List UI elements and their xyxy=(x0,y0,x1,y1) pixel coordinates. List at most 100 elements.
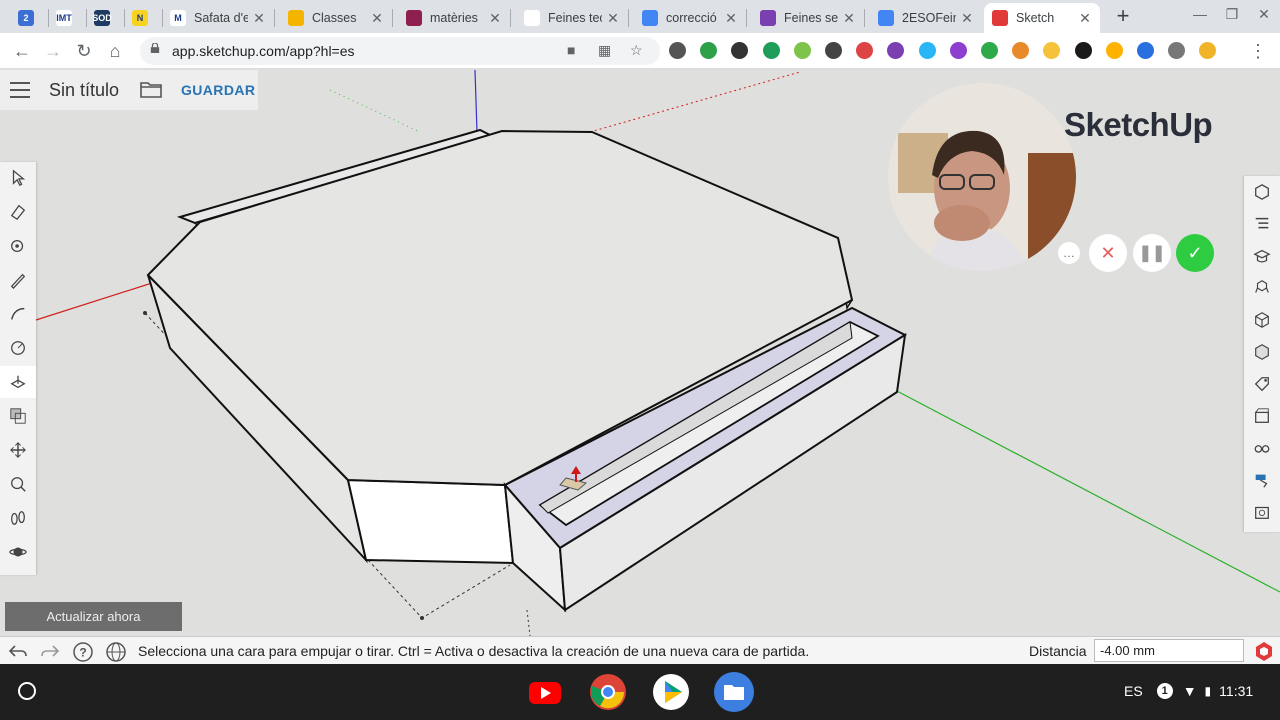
extension-icon[interactable] xyxy=(731,42,749,59)
chrome-menu-icon[interactable]: ⋮ xyxy=(1246,39,1270,63)
extension-icon[interactable] xyxy=(669,42,686,59)
eraser-tool-icon[interactable] xyxy=(0,196,36,228)
cancel-recording-icon[interactable]: ✕ xyxy=(1089,234,1127,272)
address-bar[interactable]: app.sketchup.com/app?hl=es ■ ▦ ☆ xyxy=(140,37,660,65)
offset-tool-icon[interactable] xyxy=(0,400,36,432)
extension-icon[interactable] xyxy=(1105,42,1123,59)
tab-close-icon[interactable]: ✕ xyxy=(960,10,974,27)
camera-icon[interactable]: ■ xyxy=(567,42,575,58)
folder-icon[interactable] xyxy=(140,80,162,98)
extension-icon[interactable] xyxy=(793,42,811,59)
extension-icon[interactable] xyxy=(1012,42,1030,59)
translate-icon[interactable]: ▦ xyxy=(598,42,611,59)
close-window-icon[interactable]: ✕ xyxy=(1254,6,1274,23)
browser-tab[interactable]: Sketch ✕ xyxy=(984,3,1100,33)
box-front-face[interactable] xyxy=(346,478,515,565)
browser-tab[interactable]: SOD xyxy=(86,3,124,33)
help-icon[interactable]: ? xyxy=(72,641,94,663)
tab-close-icon[interactable]: ✕ xyxy=(606,10,620,27)
materials-icon[interactable] xyxy=(1244,304,1280,336)
circle-tool-icon[interactable] xyxy=(0,332,36,364)
tape-measure-icon[interactable] xyxy=(0,468,36,500)
styles-icon[interactable] xyxy=(1244,336,1280,368)
tab-close-icon[interactable]: ✕ xyxy=(724,10,738,27)
solar-icon[interactable] xyxy=(1244,496,1280,528)
entity-info-icon[interactable] xyxy=(1244,176,1280,208)
home-icon[interactable]: ⌂ xyxy=(103,39,127,63)
extension-icon[interactable] xyxy=(1168,42,1186,59)
back-icon[interactable]: ← xyxy=(10,39,34,63)
browser-tab[interactable]: 2ESOFein ✕ xyxy=(870,3,982,33)
chrome-icon[interactable] xyxy=(588,672,628,712)
launcher-icon[interactable] xyxy=(18,682,36,700)
forward-icon[interactable]: → xyxy=(41,39,65,63)
distance-input[interactable] xyxy=(1094,639,1244,662)
move-tool-icon[interactable] xyxy=(0,434,36,466)
redo-icon[interactable] xyxy=(39,641,61,663)
browser-tab[interactable]: 2 xyxy=(10,3,48,33)
tab-favicon-icon: N xyxy=(132,10,148,26)
play-store-icon[interactable] xyxy=(651,672,691,712)
update-now-button[interactable]: Actualizar ahora xyxy=(5,602,182,631)
extension-icon[interactable] xyxy=(918,42,936,59)
save-button[interactable]: GUARDAR xyxy=(181,82,255,98)
display-icon[interactable] xyxy=(1244,432,1280,464)
scenes-icon[interactable] xyxy=(1244,400,1280,432)
browser-tab[interactable]: N xyxy=(124,3,162,33)
extension-icon[interactable] xyxy=(700,42,718,59)
extension-icon[interactable] xyxy=(981,42,998,59)
hamburger-menu-icon[interactable] xyxy=(10,82,30,98)
browser-tab[interactable]: correcció ✕ xyxy=(634,3,746,33)
pushpull-tool-icon[interactable] xyxy=(0,366,36,398)
pause-recording-icon[interactable]: ❚❚ xyxy=(1133,234,1171,272)
tab-close-icon[interactable]: ✕ xyxy=(488,10,502,27)
maximize-icon[interactable]: ❐ xyxy=(1222,6,1242,23)
components-icon[interactable] xyxy=(1244,272,1280,304)
extension-icon[interactable] xyxy=(1137,42,1154,59)
tab-close-icon[interactable]: ✕ xyxy=(1078,10,1092,27)
3d-warehouse-icon[interactable] xyxy=(1244,464,1280,496)
extension-icon[interactable] xyxy=(1074,42,1092,59)
extension-icon[interactable] xyxy=(887,42,905,59)
globe-icon[interactable] xyxy=(105,641,127,663)
new-tab-button[interactable]: + xyxy=(1112,4,1134,28)
outliner-icon[interactable] xyxy=(1244,208,1280,240)
extension-icon[interactable] xyxy=(949,42,967,59)
extension-icon[interactable] xyxy=(762,42,780,59)
select-tool-icon[interactable] xyxy=(0,162,36,194)
document-title[interactable]: Sin título xyxy=(49,80,119,101)
minimize-icon[interactable]: — xyxy=(1190,6,1210,22)
files-icon[interactable] xyxy=(714,672,754,712)
tab-close-icon[interactable]: ✕ xyxy=(252,10,266,27)
extension-icon[interactable] xyxy=(1199,42,1217,59)
system-tray[interactable]: ES 1 ▼ ▮ 11:31 xyxy=(1124,678,1253,704)
undo-icon[interactable] xyxy=(7,641,29,663)
tags-icon[interactable] xyxy=(1244,368,1280,400)
browser-tab[interactable]: Feines se ✕ xyxy=(752,3,864,33)
reload-icon[interactable]: ↻ xyxy=(72,39,96,63)
tab-close-icon[interactable]: ✕ xyxy=(370,10,384,27)
walk-tool-icon[interactable] xyxy=(0,502,36,534)
tab-close-icon[interactable]: ✕ xyxy=(842,10,856,27)
browser-tab[interactable]: matèries ✕ xyxy=(398,3,510,33)
modeling-viewport[interactable] xyxy=(0,70,1280,636)
tab-title: correcció xyxy=(666,11,717,25)
distance-label: Distancia xyxy=(1029,643,1087,659)
arc-tool-icon[interactable] xyxy=(0,298,36,330)
more-options-icon[interactable]: … xyxy=(1058,242,1080,264)
finish-recording-icon[interactable]: ✓ xyxy=(1176,234,1214,272)
browser-tab[interactable]: IMT xyxy=(48,3,86,33)
tab-separator xyxy=(864,9,865,27)
browser-tab[interactable]: M Safata d'e ✕ xyxy=(162,3,274,33)
browser-tab[interactable]: Feines tec ✕ xyxy=(516,3,628,33)
paint-bucket-icon[interactable] xyxy=(0,230,36,262)
instructor-icon[interactable] xyxy=(1244,240,1280,272)
bookmark-star-icon[interactable]: ☆ xyxy=(630,42,643,59)
extension-icon[interactable] xyxy=(825,42,842,59)
browser-tab[interactable]: Classes ✕ xyxy=(280,3,392,33)
youtube-icon[interactable] xyxy=(525,672,565,712)
pencil-tool-icon[interactable] xyxy=(0,264,36,296)
orbit-tool-icon[interactable] xyxy=(0,536,36,568)
extension-icon[interactable] xyxy=(1043,42,1061,59)
extension-icon[interactable] xyxy=(856,42,874,59)
